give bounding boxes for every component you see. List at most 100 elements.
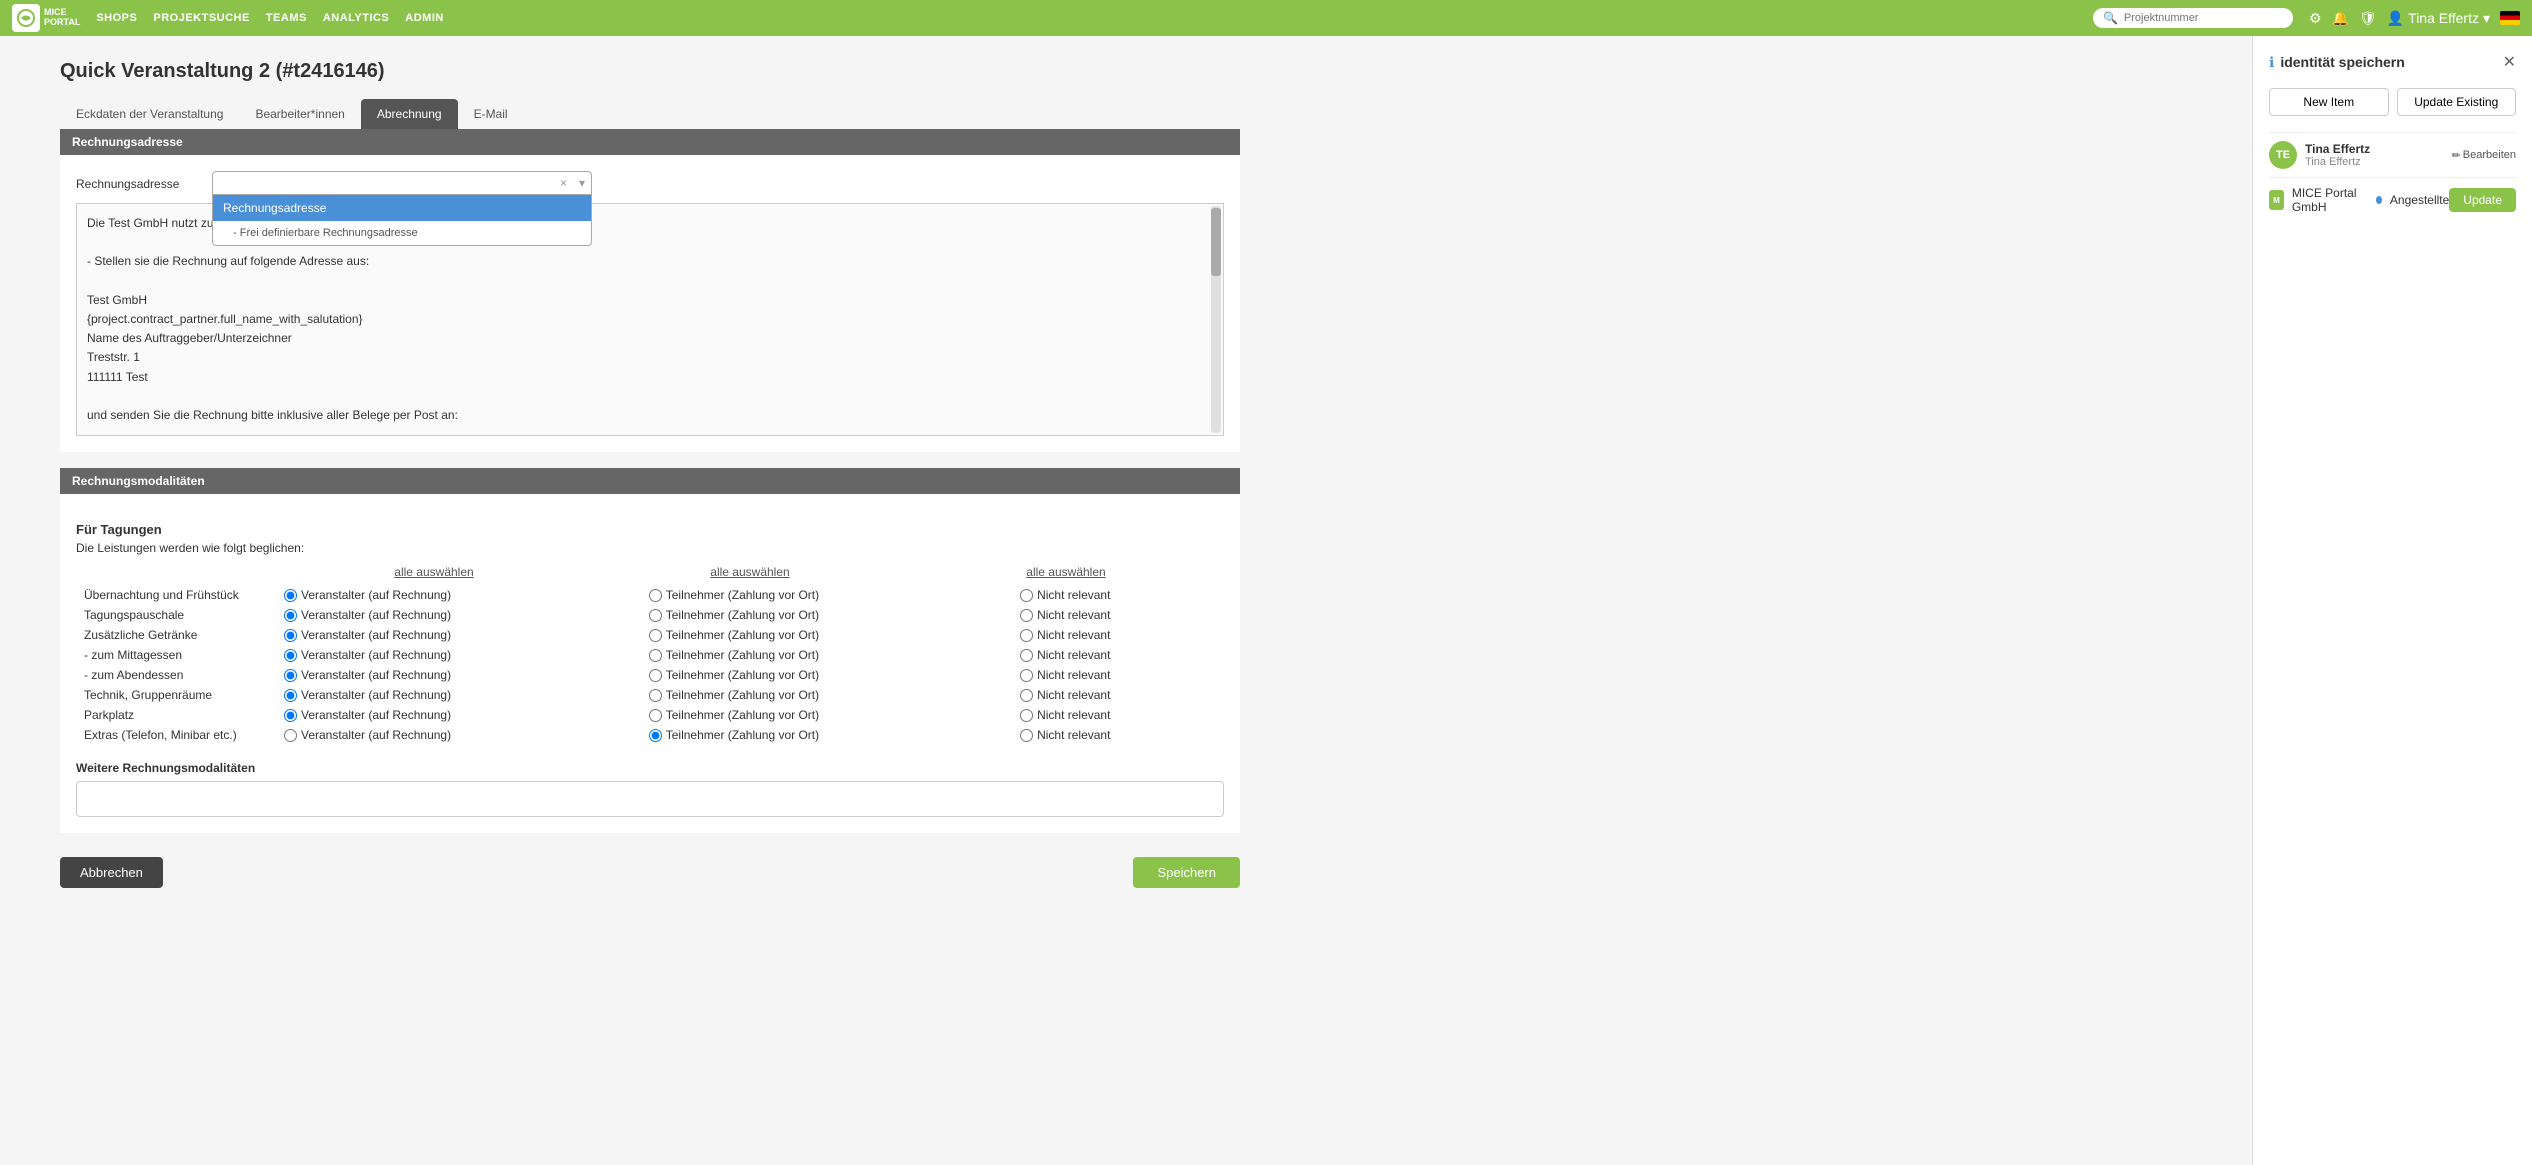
modality-col1-4: Veranstalter (auf Rechnung) xyxy=(276,645,641,665)
update-button[interactable]: Update xyxy=(2449,188,2516,212)
radio-label[interactable]: Nicht relevant xyxy=(1020,608,1216,622)
billing-select-display[interactable]: × ▾ xyxy=(212,171,592,195)
nav-shops[interactable]: SHOPS xyxy=(96,12,137,24)
radio-nicht-7[interactable] xyxy=(1020,729,1033,742)
modality-col2-1: Teilnehmer (Zahlung vor Ort) xyxy=(641,585,1012,605)
radio-nicht-6[interactable] xyxy=(1020,709,1033,722)
select-all-3[interactable]: alle auswählen xyxy=(1026,565,1105,579)
radio-label[interactable]: Nicht relevant xyxy=(1020,588,1216,602)
tab-email[interactable]: E-Mail xyxy=(458,99,524,129)
weitere-input[interactable] xyxy=(76,781,1224,817)
scrollbar[interactable] xyxy=(1211,206,1221,433)
dot-angestellte xyxy=(2376,196,2382,204)
nav-projektsuche[interactable]: PROJEKTSUCHE xyxy=(153,12,249,24)
radio-teilnehmer-5[interactable] xyxy=(649,689,662,702)
tab-eckdaten[interactable]: Eckdaten der Veranstaltung xyxy=(60,99,239,129)
radio-veranstalter-2[interactable] xyxy=(284,629,297,642)
radio-veranstalter-0[interactable] xyxy=(284,589,297,602)
radio-label[interactable]: Veranstalter (auf Rechnung) xyxy=(284,728,633,742)
dropdown-arrow-icon[interactable]: ▾ xyxy=(573,172,591,194)
language-flag[interactable] xyxy=(2500,11,2520,25)
new-item-button[interactable]: New Item xyxy=(2269,88,2389,116)
radio-label[interactable]: Veranstalter (auf Rechnung) xyxy=(284,628,633,642)
radio-label[interactable]: Teilnehmer (Zahlung vor Ort) xyxy=(649,708,1004,722)
modality-col1-1: Veranstalter (auf Rechnung) xyxy=(276,585,641,605)
radio-veranstalter-5[interactable] xyxy=(284,689,297,702)
radio-veranstalter-3[interactable] xyxy=(284,649,297,662)
radio-nicht-0[interactable] xyxy=(1020,589,1033,602)
billing-address-row: Rechnungsadresse × ▾ Rechnungsadresse xyxy=(76,171,1224,195)
modality-col2-2: Teilnehmer (Zahlung vor Ort) xyxy=(641,605,1012,625)
search-input[interactable] xyxy=(2124,12,2283,24)
settings-icon[interactable]: ⚙ xyxy=(2309,10,2322,27)
nav-analytics[interactable]: ANALYTICS xyxy=(323,12,389,24)
radio-label[interactable]: Nicht relevant xyxy=(1020,688,1216,702)
radio-label[interactable]: Veranstalter (auf Rechnung) xyxy=(284,688,633,702)
nav-teams[interactable]: TEAMS xyxy=(266,12,307,24)
radio-nicht-4[interactable] xyxy=(1020,669,1033,682)
radio-veranstalter-4[interactable] xyxy=(284,669,297,682)
radio-label[interactable]: Veranstalter (auf Rechnung) xyxy=(284,648,633,662)
radio-label[interactable]: Nicht relevant xyxy=(1020,648,1216,662)
radio-nicht-5[interactable] xyxy=(1020,689,1033,702)
radio-label[interactable]: Teilnehmer (Zahlung vor Ort) xyxy=(649,728,1004,742)
radio-teilnehmer-2[interactable] xyxy=(649,629,662,642)
modality-col3-2: Nicht relevant xyxy=(1012,605,1224,625)
dropdown-option-rechnungsadresse[interactable]: Rechnungsadresse xyxy=(213,195,591,221)
radio-label[interactable]: Teilnehmer (Zahlung vor Ort) xyxy=(649,648,1004,662)
bell-icon[interactable]: 🔔 xyxy=(2332,10,2349,27)
radio-label[interactable]: Nicht relevant xyxy=(1020,728,1216,742)
radio-veranstalter-1[interactable] xyxy=(284,609,297,622)
shield-icon[interactable]: 🛡 xyxy=(2359,10,2377,27)
radio-label[interactable]: Veranstalter (auf Rechnung) xyxy=(284,608,633,622)
search-box[interactable]: 🔍 xyxy=(2093,8,2293,28)
radio-nicht-3[interactable] xyxy=(1020,649,1033,662)
radio-teilnehmer-1[interactable] xyxy=(649,609,662,622)
identity-sub: Tina Effertz xyxy=(2305,156,2370,168)
cancel-button[interactable]: Abbrechen xyxy=(60,857,163,888)
radio-veranstalter-6[interactable] xyxy=(284,709,297,722)
radio-label[interactable]: Veranstalter (auf Rechnung) xyxy=(284,708,633,722)
radio-label[interactable]: Teilnehmer (Zahlung vor Ort) xyxy=(649,588,1004,602)
modality-col1-7: Veranstalter (auf Rechnung) xyxy=(276,705,641,725)
close-panel-button[interactable]: ✕ xyxy=(2503,52,2516,72)
nav-admin[interactable]: ADMIN xyxy=(405,12,444,24)
billing-search-input[interactable] xyxy=(213,172,554,194)
radio-teilnehmer-6[interactable] xyxy=(649,709,662,722)
billing-text-line-6: Treststr. 1 xyxy=(87,348,1203,367)
tab-bearbeiter[interactable]: Bearbeiter*innen xyxy=(239,99,360,129)
app-logo[interactable]: MICE PORTAL xyxy=(12,4,80,32)
radio-teilnehmer-7[interactable] xyxy=(649,729,662,742)
radio-teilnehmer-0[interactable] xyxy=(649,589,662,602)
edit-identity-link[interactable]: ✏ Bearbeiten xyxy=(2452,149,2516,162)
scrollbar-thumb xyxy=(1211,208,1221,276)
dropdown-option-frei[interactable]: - Frei definierbare Rechnungsadresse xyxy=(213,221,591,245)
select-all-2[interactable]: alle auswählen xyxy=(710,565,789,579)
logo-text: MICE PORTAL xyxy=(44,8,80,28)
select-all-1[interactable]: alle auswählen xyxy=(394,565,473,579)
radio-nicht-2[interactable] xyxy=(1020,629,1033,642)
radio-label[interactable]: Veranstalter (auf Rechnung) xyxy=(284,668,633,682)
main-wrapper: Quick Veranstaltung 2 (#t2416146) Eckdat… xyxy=(0,36,2532,1165)
save-button[interactable]: Speichern xyxy=(1133,857,1240,888)
radio-label[interactable]: Nicht relevant xyxy=(1020,628,1216,642)
radio-nicht-1[interactable] xyxy=(1020,609,1033,622)
user-menu[interactable]: 👤 Tina Effertz ▾ xyxy=(2387,10,2490,27)
radio-veranstalter-7[interactable] xyxy=(284,729,297,742)
radio-label[interactable]: Teilnehmer (Zahlung vor Ort) xyxy=(649,688,1004,702)
radio-teilnehmer-3[interactable] xyxy=(649,649,662,662)
clear-icon[interactable]: × xyxy=(554,172,573,194)
radio-label[interactable]: Teilnehmer (Zahlung vor Ort) xyxy=(649,628,1004,642)
radio-label[interactable]: Teilnehmer (Zahlung vor Ort) xyxy=(649,668,1004,682)
table-row: Parkplatz Veranstalter (auf Rechnung) xyxy=(76,705,1224,725)
radio-label[interactable]: Veranstalter (auf Rechnung) xyxy=(284,588,633,602)
radio-label[interactable]: Nicht relevant xyxy=(1020,668,1216,682)
radio-label[interactable]: Teilnehmer (Zahlung vor Ort) xyxy=(649,608,1004,622)
update-existing-button[interactable]: Update Existing xyxy=(2397,88,2517,116)
modality-col1-2: Veranstalter (auf Rechnung) xyxy=(276,605,641,625)
billing-text-line-4: {project.contract_partner.full_name_with… xyxy=(87,310,1203,329)
radio-label[interactable]: Nicht relevant xyxy=(1020,708,1216,722)
radio-teilnehmer-4[interactable] xyxy=(649,669,662,682)
tabs: Eckdaten der Veranstaltung Bearbeiter*in… xyxy=(60,99,1240,129)
tab-abrechnung[interactable]: Abrechnung xyxy=(361,99,458,129)
